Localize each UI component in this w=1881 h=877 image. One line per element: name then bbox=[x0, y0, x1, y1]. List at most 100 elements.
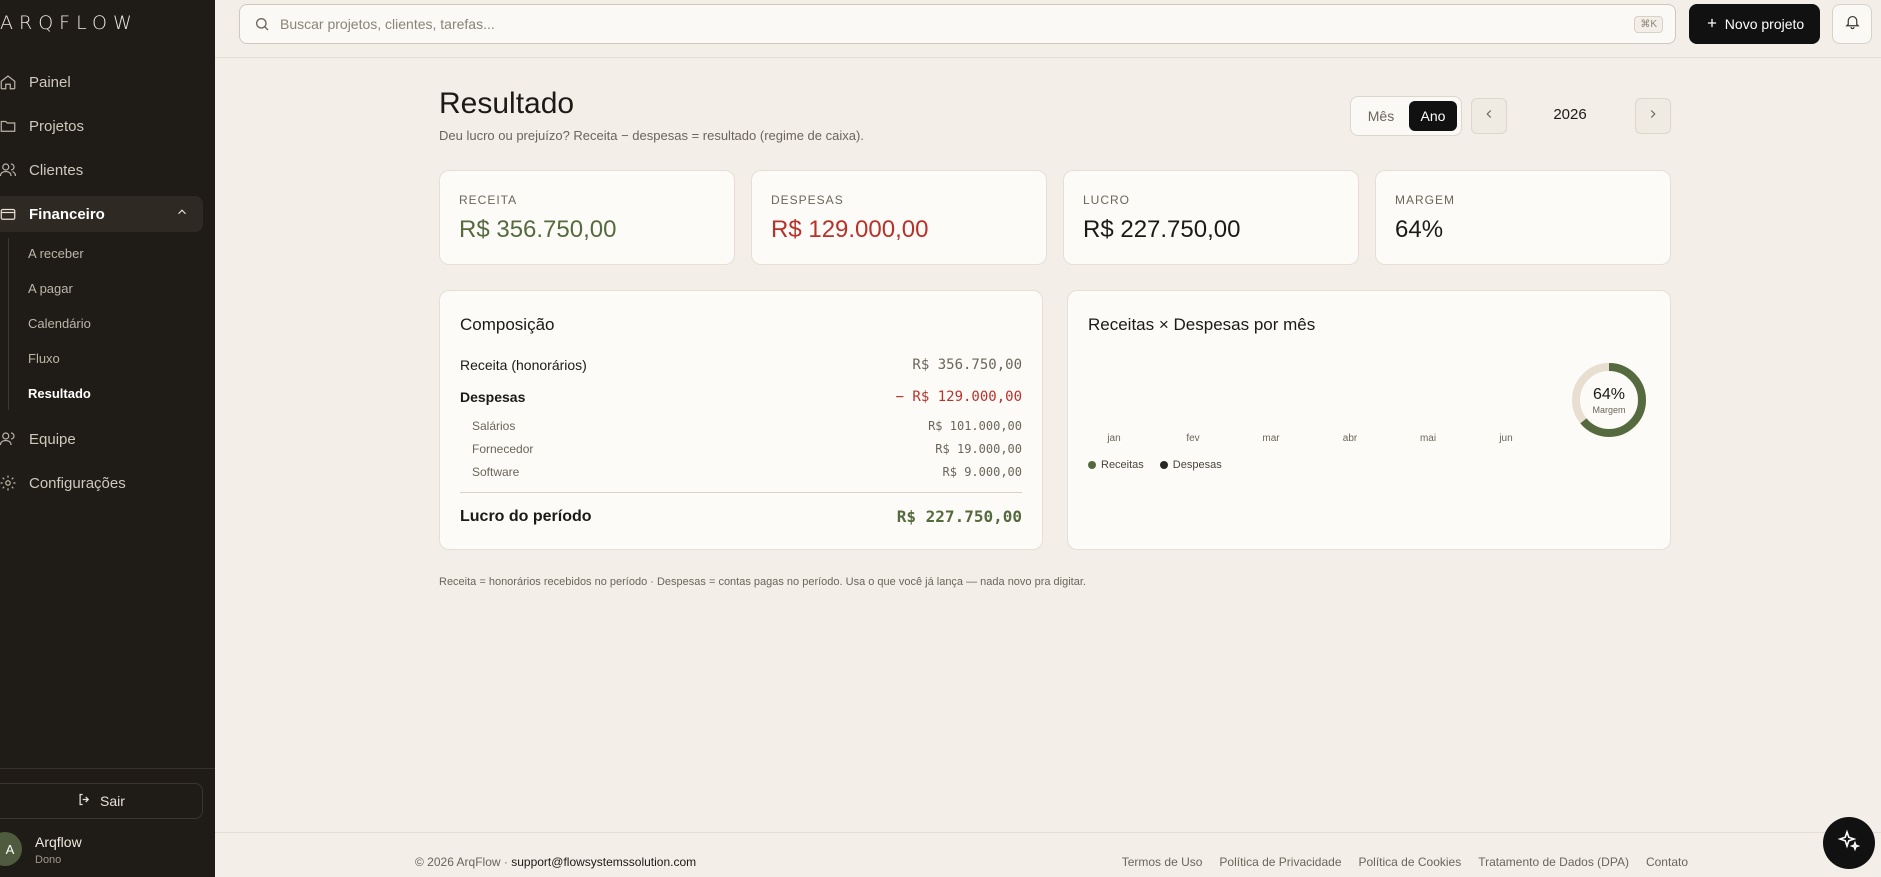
chevron-left-icon bbox=[1482, 107, 1496, 126]
month-label: abr bbox=[1342, 433, 1358, 444]
row-value: R$ 19.000,00 bbox=[935, 442, 1022, 456]
kpi-receita: RECEITA R$ 356.750,00 bbox=[439, 170, 735, 265]
gear-icon bbox=[0, 472, 19, 494]
sidebar-item-label: Projetos bbox=[29, 117, 85, 135]
users-icon bbox=[0, 159, 19, 181]
sidebar-item-label: Configurações bbox=[29, 474, 126, 492]
row-label: Fornecedor bbox=[472, 442, 534, 456]
wallet-icon bbox=[0, 203, 19, 225]
sidebar-item-clientes[interactable]: Clientes bbox=[0, 152, 203, 188]
sidebar-item-configuracoes[interactable]: Configurações bbox=[0, 465, 203, 501]
row-label: Despesas bbox=[460, 389, 526, 405]
financeiro-submenu: A receber A pagar Calendário Fluxo Resul… bbox=[8, 238, 91, 410]
footer-link-privacidade[interactable]: Política de Privacidade bbox=[1219, 855, 1341, 869]
card-title: Receitas × Despesas por mês bbox=[1088, 315, 1316, 334]
kpi-label: RECEITA bbox=[459, 193, 518, 207]
footer-link-termos[interactable]: Termos de Uso bbox=[1122, 855, 1203, 869]
user-role: Dono bbox=[35, 854, 62, 866]
kpi-value: 64% bbox=[1395, 216, 1444, 243]
copyright-text: © 2026 ArqFlow · bbox=[415, 855, 508, 869]
month-label: mar bbox=[1262, 433, 1280, 444]
footer-link-cookies[interactable]: Política de Cookies bbox=[1359, 855, 1462, 869]
legend-dot bbox=[1159, 461, 1168, 470]
user-name: Arqflow bbox=[35, 834, 82, 850]
receita-row: Receita (honorários) R$ 356.750,00 bbox=[460, 357, 1022, 373]
home-icon bbox=[0, 71, 19, 93]
card-title: Composição bbox=[460, 315, 555, 334]
chevron-right-icon bbox=[1646, 107, 1660, 126]
legend-label: Despesas bbox=[1172, 459, 1222, 471]
row-label: Software bbox=[472, 465, 520, 479]
expense-item-row: Software R$ 9.000,00 bbox=[460, 465, 1022, 479]
submenu-item-calendario[interactable]: Calendário bbox=[28, 316, 91, 331]
sidebar-item-financeiro[interactable]: Financeiro bbox=[0, 196, 203, 232]
logout-label: Sair bbox=[100, 793, 125, 809]
sidebar-item-label: Financeiro bbox=[29, 205, 105, 223]
margin-label: Margem bbox=[1592, 405, 1626, 415]
kpi-margem: MARGEM 64% bbox=[1375, 170, 1671, 265]
kpi-lucro: LUCRO R$ 227.750,00 bbox=[1063, 170, 1359, 265]
submenu-item-a-pagar[interactable]: A pagar bbox=[28, 281, 73, 296]
ai-assistant-button[interactable] bbox=[1823, 817, 1875, 869]
submenu-item-a-receber[interactable]: A receber bbox=[28, 246, 84, 261]
row-value: R$ 356.750,00 bbox=[912, 357, 1022, 373]
sidebar-item-label: Clientes bbox=[29, 161, 84, 179]
chart-legend: Receitas Despesas bbox=[1088, 459, 1222, 471]
sidebar-item-equipe[interactable]: Equipe bbox=[0, 421, 203, 457]
despesas-row: Despesas − R$ 129.000,00 bbox=[460, 389, 1022, 405]
footer-link-contato[interactable]: Contato bbox=[1646, 855, 1688, 869]
page-title: Resultado bbox=[439, 87, 575, 120]
footer-link-dpa[interactable]: Tratamento de Dados (DPA) bbox=[1478, 855, 1629, 869]
sidebar-divider bbox=[0, 768, 215, 769]
lucro-row: Lucro do período R$ 227.750,00 bbox=[460, 507, 1022, 526]
sidebar: ARQFLOW Painel Projetos Clientes Finance… bbox=[0, 0, 215, 877]
new-project-label: Novo projeto bbox=[1724, 16, 1805, 32]
submenu-item-resultado[interactable]: Resultado bbox=[28, 386, 91, 401]
row-value: − R$ 129.000,00 bbox=[895, 389, 1022, 405]
row-label: Lucro do período bbox=[460, 507, 592, 525]
notifications-button[interactable] bbox=[1832, 4, 1872, 44]
submenu-item-fluxo[interactable]: Fluxo bbox=[28, 351, 60, 366]
prev-year-button[interactable] bbox=[1471, 98, 1507, 134]
kpi-label: LUCRO bbox=[1083, 193, 1131, 207]
footnote: Receita = honorários recebidos no períod… bbox=[439, 576, 1086, 588]
card-divider bbox=[460, 492, 1022, 493]
kpi-value: R$ 227.750,00 bbox=[1083, 216, 1241, 243]
legend-label: Receitas bbox=[1101, 459, 1144, 471]
new-project-button[interactable]: Novo projeto bbox=[1689, 4, 1820, 44]
page-subtitle: Deu lucro ou prejuízo? Receita − despesa… bbox=[439, 128, 864, 143]
kpi-value: R$ 129.000,00 bbox=[771, 216, 929, 243]
kpi-label: DESPESAS bbox=[771, 193, 844, 207]
sidebar-item-projetos[interactable]: Projetos bbox=[0, 108, 203, 144]
row-label: Receita (honorários) bbox=[460, 357, 587, 373]
sparkle-icon bbox=[1837, 829, 1861, 858]
support-email-link[interactable]: support@flowsystemssolution.com bbox=[511, 855, 696, 869]
month-label: fev bbox=[1186, 433, 1200, 444]
sidebar-item-label: Painel bbox=[29, 73, 71, 91]
toggle-mes[interactable]: Mês bbox=[1356, 101, 1406, 131]
topbar: ⌘K Novo projeto bbox=[215, 0, 1881, 58]
margin-percent: 64% bbox=[1592, 386, 1626, 403]
copyright: © 2026 ArqFlow · support@flowsystemssolu… bbox=[415, 855, 696, 869]
search-box[interactable]: ⌘K bbox=[239, 4, 1676, 44]
kpi-label: MARGEM bbox=[1395, 193, 1455, 207]
team-icon bbox=[0, 428, 19, 450]
chevron-up-icon[interactable] bbox=[175, 205, 189, 223]
avatar[interactable]: A bbox=[0, 832, 22, 866]
search-input[interactable] bbox=[280, 16, 1580, 32]
folder-icon bbox=[0, 115, 19, 137]
next-year-button[interactable] bbox=[1635, 98, 1671, 134]
sidebar-item-painel[interactable]: Painel bbox=[0, 64, 203, 100]
year-label: 2026 bbox=[1553, 106, 1587, 123]
toggle-ano[interactable]: Ano bbox=[1409, 101, 1457, 131]
plus-icon bbox=[1705, 16, 1719, 33]
row-label: Salários bbox=[472, 419, 516, 433]
kpi-despesas: DESPESAS R$ 129.000,00 bbox=[751, 170, 1047, 265]
logout-button[interactable]: Sair bbox=[0, 783, 203, 819]
search-icon bbox=[254, 16, 270, 32]
footer: © 2026 ArqFlow · support@flowsystemssolu… bbox=[215, 832, 1881, 877]
month-label: jun bbox=[1499, 433, 1513, 444]
composicao-card: Composição Receita (honorários) R$ 356.7… bbox=[439, 290, 1043, 550]
shortcut-badge: ⌘K bbox=[1634, 16, 1663, 33]
legend-dot bbox=[1088, 461, 1096, 470]
